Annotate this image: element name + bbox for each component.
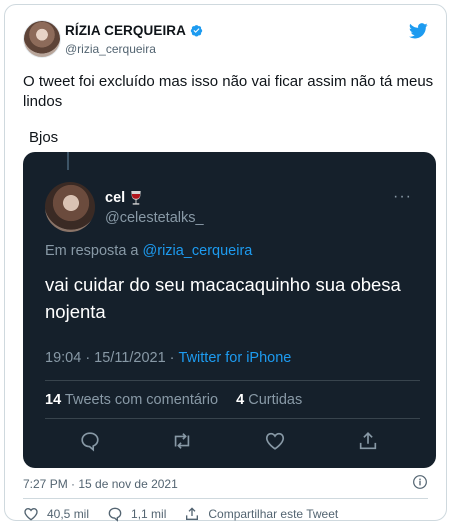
- quoted-sep: ·: [169, 350, 175, 366]
- quoted-avatar: [45, 182, 95, 232]
- reply-count: 1,1 mil: [131, 507, 167, 521]
- thread-line: [67, 152, 69, 170]
- quoted-name: cel: [105, 190, 126, 206]
- likes-label: Curtidas: [248, 392, 303, 408]
- share-button[interactable]: Compartilhar este Tweet: [184, 506, 338, 522]
- wine-glass-icon: [131, 190, 141, 205]
- tweet-card: RÍZIA CERQUEIRA @rizia_cerqueira O tweet…: [4, 4, 447, 522]
- replying-mention: @rizia_cerqueira: [142, 243, 253, 259]
- quoted-name-row: cel: [105, 190, 142, 206]
- reply-button[interactable]: 1,1 mil: [107, 506, 166, 522]
- quoted-text: vai cuidar do seu macacaquinho sua obesa…: [45, 274, 401, 322]
- verified-badge-icon: [190, 25, 203, 37]
- divider: [45, 418, 420, 419]
- author-name[interactable]: RÍZIA CERQUEIRA: [65, 23, 186, 38]
- heart-icon: [265, 432, 285, 450]
- author-avatar[interactable]: [23, 20, 61, 58]
- replying-to: Em resposta a @rizia_cerqueira: [45, 243, 252, 259]
- tweet-timestamp[interactable]: 7:27 PM · 15 de nov de 2021: [23, 477, 178, 491]
- tweet-text: O tweet foi excluído mas isso não vai fi…: [23, 73, 434, 110]
- retweet-icon: [174, 433, 190, 449]
- quote-tweets-count: 14: [45, 392, 62, 408]
- comment-icon: [108, 507, 122, 522]
- share-icon: [186, 507, 199, 520]
- divider: [45, 380, 420, 381]
- heart-icon: [24, 507, 38, 521]
- more-options-icon: ···: [393, 188, 412, 205]
- quoted-timestamp: 19:04 · 15/11/2021 · Twitter for iPhone: [45, 350, 291, 366]
- share-label: Compartilhar este Tweet: [208, 507, 339, 521]
- like-button[interactable]: 40,5 mil: [23, 506, 89, 522]
- attached-screenshot[interactable]: cel @celestetalks_ ··· Em resposta a @ri…: [23, 152, 436, 468]
- info-icon[interactable]: [412, 474, 428, 490]
- quoted-stats: 14 Tweets com comentário 4 Curtidas: [45, 392, 302, 408]
- like-count: 40,5 mil: [47, 507, 90, 521]
- quoted-actions: [23, 430, 436, 454]
- divider: [23, 498, 428, 499]
- quoted-source: Twitter for iPhone: [178, 350, 292, 366]
- share-icon: [359, 432, 377, 450]
- author-name-row: RÍZIA CERQUEIRA: [65, 23, 203, 38]
- tweet-text-signoff: Bjos: [29, 129, 59, 146]
- quote-tweets-label: Tweets com comentário: [64, 392, 219, 408]
- twitter-bird-icon[interactable]: [409, 23, 428, 39]
- quoted-handle: @celestetalks_: [105, 210, 204, 226]
- quoted-time: 19:04 · 15/11/2021: [45, 350, 166, 366]
- likes-count: 4: [236, 392, 245, 408]
- replying-prefix: Em resposta a: [45, 243, 143, 259]
- comment-icon: [81, 432, 99, 452]
- author-handle[interactable]: @rizia_cerqueira: [65, 42, 156, 56]
- tweet-actions: 40,5 mil 1,1 mil Compartilhar este Tweet: [23, 506, 338, 522]
